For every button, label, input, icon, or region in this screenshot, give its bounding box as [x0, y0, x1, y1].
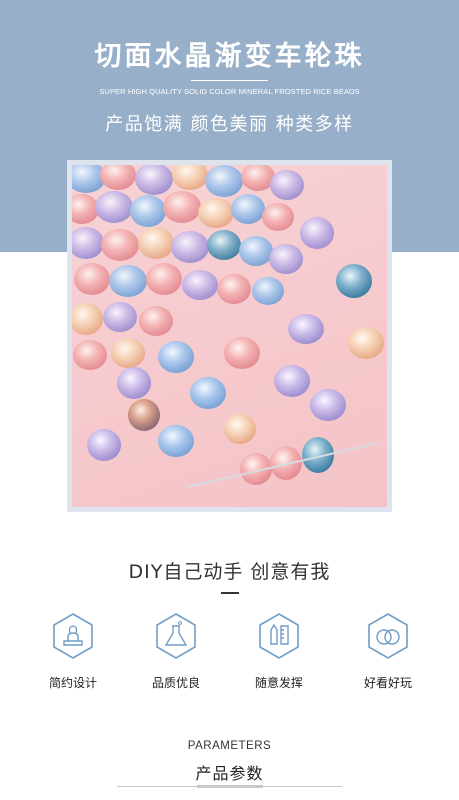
parameters-heading-cn: 产品参数	[195, 764, 264, 783]
parameters-divider-accent	[197, 785, 263, 788]
flask-icon	[156, 613, 196, 659]
feature-simple-design: 简约设计	[38, 612, 108, 691]
feature-creative: 随意发挥	[244, 612, 314, 691]
feature-label: 随意发挥	[254, 676, 303, 690]
feature-label: 简约设计	[48, 676, 97, 690]
diy-slogan: DIY自己动手 创意有我	[128, 561, 331, 583]
rings-icon	[368, 613, 408, 659]
feature-fun: 好看好玩	[353, 612, 423, 691]
feature-quality: 品质优良	[141, 612, 211, 691]
product-subtitle-en: SUPER HIGH QUALITY SOLID COLOR MINERAL F…	[99, 87, 360, 96]
slogan-divider	[221, 592, 239, 594]
pencil-ruler-icon	[259, 613, 299, 659]
parameters-heading-en: PARAMETERS	[187, 740, 272, 752]
stamp-icon	[53, 613, 93, 659]
product-tagline: 产品饱满 颜色美丽 种类多样	[105, 114, 354, 135]
feature-label: 好看好玩	[363, 676, 412, 690]
feature-label: 品质优良	[151, 676, 200, 690]
title-divider	[191, 80, 268, 81]
product-title: 切面水晶渐变车轮珠	[94, 41, 365, 72]
beads-illustration	[72, 165, 384, 488]
product-photo	[72, 165, 387, 507]
